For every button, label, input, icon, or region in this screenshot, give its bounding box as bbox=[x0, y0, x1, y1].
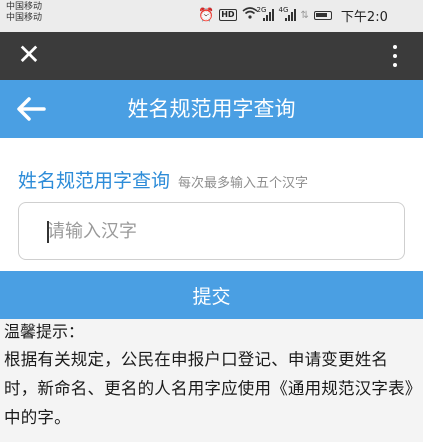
query-title: 姓名规范用字查询 bbox=[18, 170, 171, 192]
tips-panel: 温馨提示： 根据有关规定，公民在申报户口登记、申请变更姓名时，新命名、更名的人名… bbox=[0, 319, 423, 442]
carrier-info: 中国移动 中国移动 bbox=[6, 2, 42, 24]
arrow-left-icon[interactable] bbox=[14, 93, 48, 125]
signal-4g-icon: 4G bbox=[279, 6, 296, 21]
battery-icon bbox=[313, 10, 332, 20]
status-icons: ⏰ HD 2G 4G ⇅ 下午2:0 bbox=[198, 5, 388, 25]
query-heading: 姓名规范用字查询 每次最多输入五个汉字 bbox=[18, 166, 308, 193]
submit-button[interactable]: 提交 bbox=[0, 271, 423, 319]
carrier-1: 中国移动 bbox=[6, 2, 43, 12]
hanzi-input-box[interactable] bbox=[18, 202, 405, 260]
hd-badge: HD bbox=[219, 9, 237, 21]
carrier-2: 中国移动 bbox=[6, 13, 43, 23]
page-title: 姓名规范用字查询 bbox=[127, 97, 296, 121]
data-transfer-icon: ⇅ bbox=[300, 9, 309, 21]
signal-2g-icon: 2G bbox=[257, 6, 274, 21]
query-hint: 每次最多输入五个汉字 bbox=[178, 176, 309, 191]
more-vertical-icon[interactable] bbox=[389, 42, 401, 70]
clock-time: 下午2:0 bbox=[340, 9, 388, 25]
tips-title: 温馨提示： bbox=[4, 322, 85, 341]
wifi-icon bbox=[242, 7, 258, 23]
close-icon[interactable]: ✕ bbox=[14, 40, 44, 70]
webview-top-bar: ✕ bbox=[0, 32, 423, 80]
page-header: 姓名规范用字查询 bbox=[0, 80, 423, 138]
alarm-clock-icon: ⏰ bbox=[198, 7, 215, 23]
text-caret bbox=[47, 221, 49, 243]
tips-body: 根据有关规定，公民在申报户口登记、申请变更姓名时，新命名、更名的人名用字应使用《… bbox=[4, 350, 414, 427]
main-content: 姓名规范用字查询 每次最多输入五个汉字 提交 温馨提示： 根据有关规定，公民在申… bbox=[0, 138, 423, 442]
hanzi-input[interactable] bbox=[19, 203, 404, 259]
status-bar: 中国移动 中国移动 ⏰ HD 2G 4G ⇅ 下午2:0 bbox=[0, 0, 423, 32]
